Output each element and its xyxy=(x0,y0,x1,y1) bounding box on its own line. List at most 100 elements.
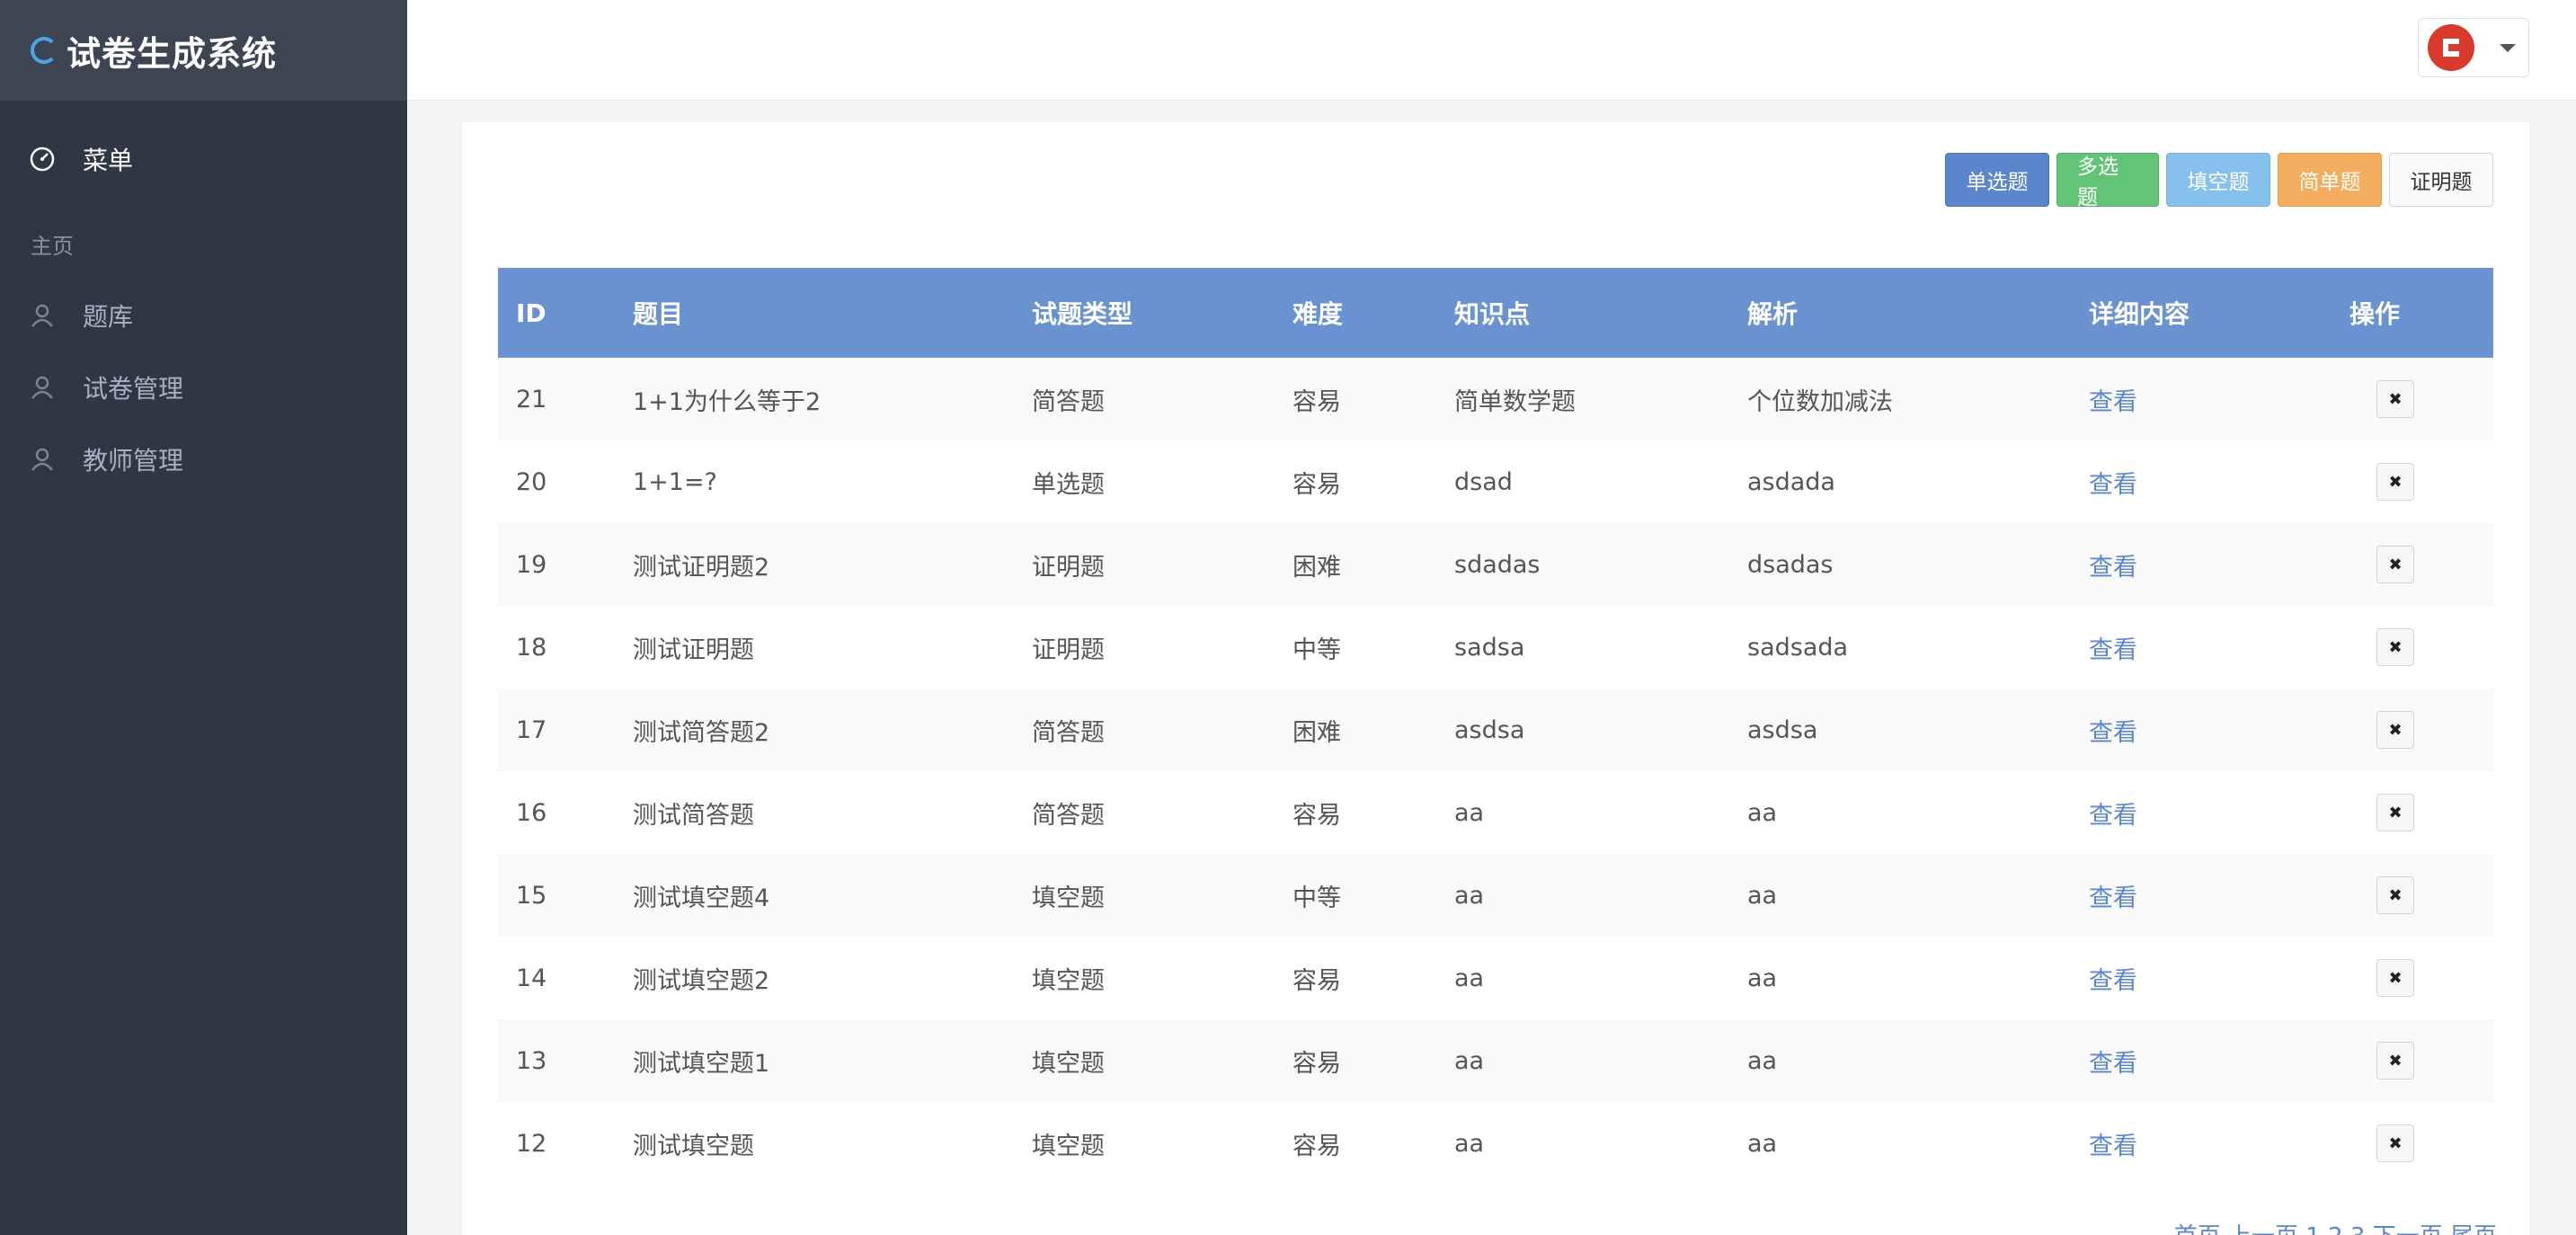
cell-knowledge: sdadas xyxy=(1454,550,1541,579)
table-row: 15 测试填空题4 填空题 中等 aa aa 查看 ✖ xyxy=(498,854,2493,937)
cell-knowledge: aa xyxy=(1454,881,1485,910)
delete-button[interactable]: ✖ xyxy=(2376,794,2414,831)
view-detail-link[interactable]: 查看 xyxy=(2089,554,2137,582)
cell-id: 21 xyxy=(516,385,547,413)
sidebar-item-paper-management[interactable]: 试卷管理 xyxy=(0,351,407,423)
cell-knowledge: aa xyxy=(1454,1129,1485,1158)
column-header: 试题类型 xyxy=(1032,299,1133,329)
view-detail-link[interactable]: 查看 xyxy=(2089,388,2137,416)
cell-title: 测试填空题1 xyxy=(633,1049,770,1078)
view-detail-link[interactable]: 查看 xyxy=(2089,967,2137,995)
cell-difficulty: 困难 xyxy=(1292,718,1341,747)
delete-button[interactable]: ✖ xyxy=(2376,876,2414,914)
cell-difficulty: 困难 xyxy=(1292,553,1341,582)
proof-button[interactable]: 证明题 xyxy=(2389,153,2493,207)
view-detail-link[interactable]: 查看 xyxy=(2089,719,2137,747)
delete-button[interactable]: ✖ xyxy=(2376,380,2414,418)
cell-actions: ✖ xyxy=(2332,606,2493,689)
table-row: 14 测试填空题2 填空题 容易 aa aa 查看 ✖ xyxy=(498,937,2493,1019)
cell-type: 简答题 xyxy=(1032,718,1105,747)
cell-analysis: aa xyxy=(1747,798,1778,827)
sidebar-item-question-bank[interactable]: 题库 xyxy=(0,280,407,351)
view-detail-link[interactable]: 查看 xyxy=(2089,636,2137,664)
view-detail-link[interactable]: 查看 xyxy=(2089,802,2137,830)
cell-knowledge: aa xyxy=(1454,964,1485,992)
menu-header[interactable]: 菜单 xyxy=(0,101,407,218)
column-header: 难度 xyxy=(1292,299,1344,329)
cell-difficulty: 容易 xyxy=(1292,966,1341,995)
delete-button[interactable]: ✖ xyxy=(2376,1042,2414,1080)
avatar xyxy=(2428,24,2474,71)
cell-id: 18 xyxy=(516,633,547,662)
view-detail-link[interactable]: 查看 xyxy=(2089,1050,2137,1078)
section-label-home: 主页 xyxy=(31,234,74,259)
cell-actions: ✖ xyxy=(2332,689,2493,771)
cell-actions: ✖ xyxy=(2332,771,2493,854)
cell-difficulty: 容易 xyxy=(1292,1132,1341,1160)
cell-knowledge: aa xyxy=(1454,1046,1485,1075)
fill-blank-button[interactable]: 填空题 xyxy=(2166,153,2270,207)
sidebar-item-teacher-management[interactable]: 教师管理 xyxy=(0,423,407,495)
cell-detail: 查看 xyxy=(2071,689,2332,771)
user-menu-button[interactable] xyxy=(2418,18,2529,77)
short-answer-button[interactable]: 简单题 xyxy=(2278,153,2382,207)
cell-knowledge: dsad xyxy=(1454,467,1513,496)
logo-icon xyxy=(2443,39,2459,57)
cell-type: 证明题 xyxy=(1032,635,1105,664)
cell-title: 测试简答题2 xyxy=(633,718,770,747)
cell-actions: ✖ xyxy=(2332,523,2493,606)
table-row: 18 测试证明题 证明题 中等 sadsa sadsada 查看 ✖ xyxy=(498,606,2493,689)
cell-analysis: sadsada xyxy=(1747,633,1849,662)
close-icon: ✖ xyxy=(2388,389,2403,409)
cell-detail: 查看 xyxy=(2071,771,2332,854)
cell-actions: ✖ xyxy=(2332,358,2493,440)
chevron-down-icon xyxy=(2500,43,2516,52)
cell-analysis: aa xyxy=(1747,1129,1778,1158)
view-detail-link[interactable]: 查看 xyxy=(2089,471,2137,499)
question-table: ID 题目 试题类型 难度 知识点 解析 详细内容 操作 21 1+1为什么等于2… xyxy=(498,268,2493,1185)
cell-analysis: dsadas xyxy=(1747,550,1834,579)
single-choice-button[interactable]: 单选题 xyxy=(1945,153,2049,207)
sidebar-item-label: 试卷管理 xyxy=(83,374,184,404)
close-icon: ✖ xyxy=(2388,720,2403,740)
cell-id: 17 xyxy=(516,715,547,744)
close-icon: ✖ xyxy=(2388,1133,2403,1153)
cell-difficulty: 中等 xyxy=(1292,884,1341,912)
column-header: 详细内容 xyxy=(2089,299,2190,329)
user-icon xyxy=(31,448,53,471)
delete-button[interactable]: ✖ xyxy=(2376,628,2414,666)
main-panel: 单选题 多选题 填空题 简单题 证明题 ID 题目 试题类型 难度 知识点 解析… xyxy=(462,122,2529,1235)
cell-knowledge: asdsa xyxy=(1454,715,1525,744)
delete-button[interactable]: ✖ xyxy=(2376,463,2414,501)
delete-button[interactable]: ✖ xyxy=(2376,546,2414,583)
dashboard-icon xyxy=(30,147,55,172)
cell-knowledge: 简单数学题 xyxy=(1454,387,1576,416)
cell-type: 填空题 xyxy=(1032,1049,1105,1078)
close-icon: ✖ xyxy=(2388,637,2403,657)
cell-type: 填空题 xyxy=(1032,1132,1105,1160)
cell-analysis: asdsa xyxy=(1747,715,1818,744)
cell-difficulty: 容易 xyxy=(1292,387,1341,416)
table-row: 12 测试填空题 填空题 容易 aa aa 查看 ✖ xyxy=(498,1102,2493,1185)
cell-actions: ✖ xyxy=(2332,1102,2493,1185)
view-detail-link[interactable]: 查看 xyxy=(2089,1133,2137,1160)
cell-difficulty: 中等 xyxy=(1292,635,1341,664)
table-row: 16 测试简答题 简答题 容易 aa aa 查看 ✖ xyxy=(498,771,2493,854)
delete-button[interactable]: ✖ xyxy=(2376,959,2414,997)
close-icon: ✖ xyxy=(2388,885,2403,905)
cell-actions: ✖ xyxy=(2332,440,2493,523)
table-row: 21 1+1为什么等于2 简答题 容易 简单数学题 个位数加减法 查看 ✖ xyxy=(498,358,2493,440)
delete-button[interactable]: ✖ xyxy=(2376,711,2414,749)
cell-difficulty: 容易 xyxy=(1292,801,1341,830)
cell-title: 测试填空题4 xyxy=(633,884,770,912)
sidebar: 试卷生成系统 菜单 主页 题库 试卷管理 教师管理 xyxy=(0,0,407,1235)
cell-title: 测试简答题 xyxy=(633,801,754,830)
close-icon: ✖ xyxy=(2388,968,2403,988)
delete-button[interactable]: ✖ xyxy=(2376,1124,2414,1162)
view-detail-link[interactable]: 查看 xyxy=(2089,884,2137,912)
multi-choice-button[interactable]: 多选题 xyxy=(2056,153,2159,209)
pagination[interactable]: 首页 上一页 1 2 3 下一页 尾页 xyxy=(2174,1218,2497,1235)
question-type-buttons: 单选题 多选题 填空题 简单题 证明题 xyxy=(1945,153,2493,209)
cell-title: 1+1为什么等于2 xyxy=(633,387,822,416)
cell-knowledge: aa xyxy=(1454,798,1485,827)
